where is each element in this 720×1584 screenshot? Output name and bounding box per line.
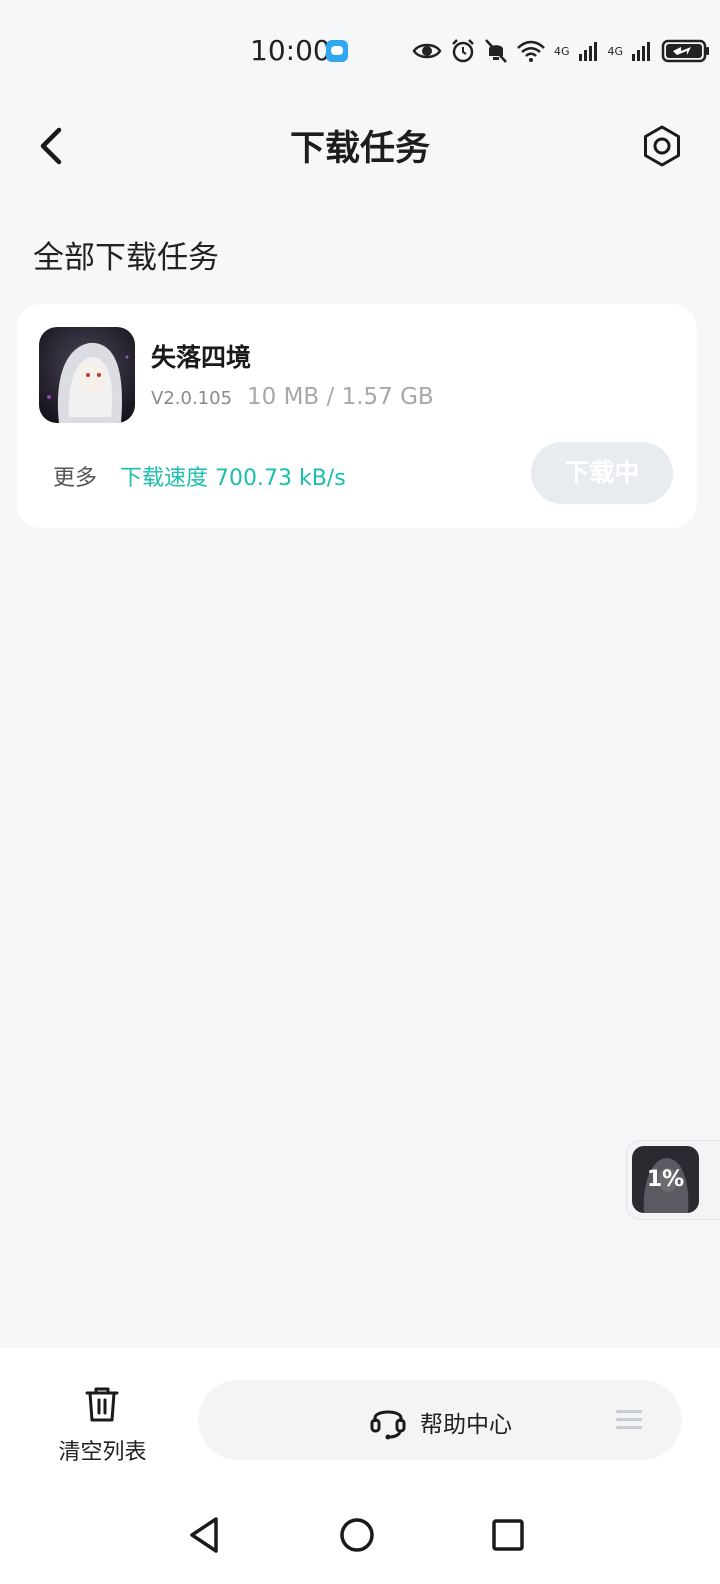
bell-off-icon	[485, 39, 507, 63]
eye-icon	[412, 43, 442, 59]
home-circle-icon	[340, 1518, 374, 1552]
alarm-icon	[452, 39, 474, 63]
game-artwork-icon	[39, 327, 135, 423]
system-recents-button[interactable]	[483, 1510, 533, 1560]
status-icons: 4G 4G	[412, 38, 711, 64]
battery-charging-icon	[661, 39, 710, 63]
wifi-icon	[517, 40, 545, 62]
gear-icon	[644, 125, 680, 167]
help-center-button[interactable]: 帮助中心	[198, 1380, 682, 1460]
system-home-button[interactable]	[332, 1510, 382, 1560]
clear-list-label: 清空列表	[58, 1440, 147, 1465]
menu-icon	[616, 1410, 642, 1429]
signal-icon	[632, 42, 651, 61]
message-icon	[326, 40, 348, 62]
app-icon[interactable]	[39, 327, 135, 423]
status-bar: 10:00 4G 4G	[0, 0, 720, 104]
page-title: 下载任务	[289, 129, 430, 169]
signal-icon	[578, 42, 597, 61]
app-version: V2.0.105	[151, 388, 233, 409]
headset-icon	[370, 1410, 406, 1440]
recents-square-icon	[492, 1519, 524, 1551]
network-type-label: 4G	[554, 44, 570, 58]
settings-button[interactable]	[640, 124, 684, 168]
download-size: 10 MB / 1.57 GB	[247, 384, 434, 410]
app-name: 失落四境	[151, 343, 252, 372]
system-back-button[interactable]	[180, 1510, 230, 1560]
system-navigation-bar	[0, 1488, 720, 1584]
status-time: 10:00	[250, 34, 331, 67]
more-button[interactable]: 更多	[53, 460, 97, 492]
clear-list-button[interactable]: 清空列表	[40, 1384, 165, 1465]
help-center-label: 帮助中心	[420, 1412, 512, 1438]
downloading-status-button[interactable]: 下载中	[531, 442, 673, 504]
section-title: 全部下载任务	[33, 240, 219, 276]
network-type-label-2: 4G	[607, 44, 624, 58]
bottom-bar: 清空列表 帮助中心	[0, 1348, 720, 1488]
back-triangle-icon	[190, 1517, 218, 1553]
download-task-card[interactable]: 失落四境 V2.0.105 10 MB / 1.57 GB 更多 下载速度 70…	[17, 304, 697, 528]
download-speed: 下载速度 700.73 kB/s	[120, 466, 346, 491]
floating-progress: 1%	[646, 1167, 685, 1192]
trash-icon	[85, 1387, 119, 1422]
floating-download-widget[interactable]: 1%	[626, 1140, 720, 1220]
